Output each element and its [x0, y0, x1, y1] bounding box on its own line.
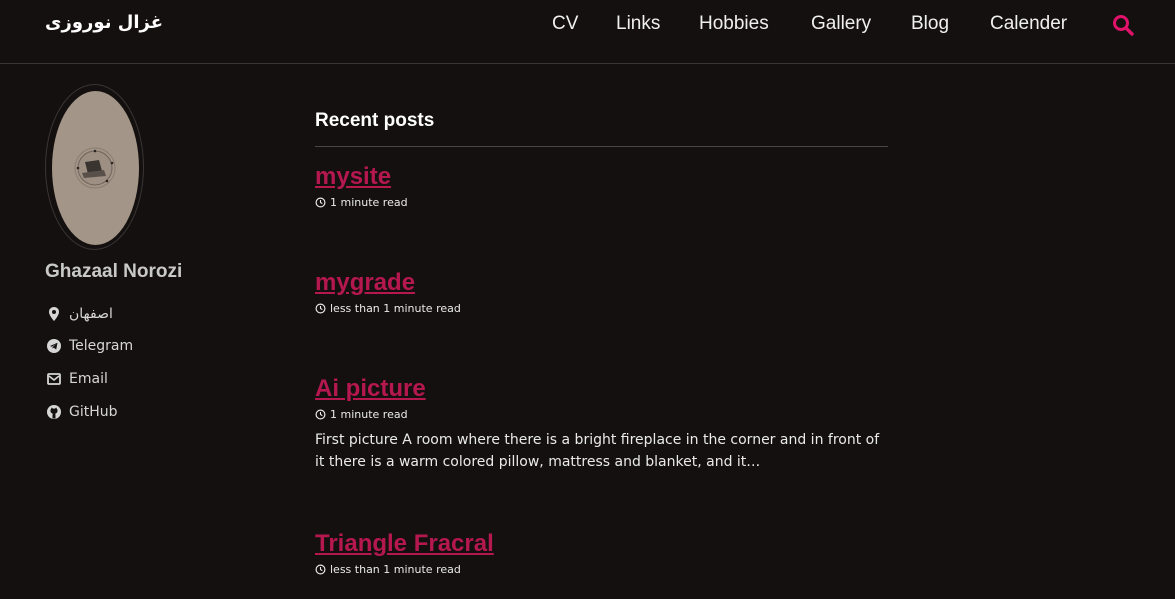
- nav-link-blog[interactable]: Blog: [911, 13, 949, 35]
- search-button[interactable]: [1112, 14, 1134, 36]
- email-label: Email: [69, 371, 108, 387]
- author-link-telegram[interactable]: Telegram: [46, 336, 133, 356]
- github-icon: [47, 405, 61, 419]
- post-title-link[interactable]: mysite: [315, 163, 888, 191]
- post-item: Ai picture 1 minute read First picture A…: [315, 375, 888, 473]
- author-link-email[interactable]: Email: [46, 369, 108, 389]
- author-location: اصفهان: [46, 304, 113, 324]
- search-icon: [1113, 15, 1134, 36]
- read-time: 1 minute read: [315, 408, 888, 421]
- post-title-link[interactable]: Triangle Fracral: [315, 530, 888, 558]
- author-location-label: اصفهان: [69, 306, 113, 322]
- post-title-link[interactable]: Ai picture: [315, 375, 888, 403]
- telegram-icon: [47, 339, 61, 353]
- read-time: 1 minute read: [315, 196, 888, 209]
- author-link-github[interactable]: GitHub: [46, 402, 118, 422]
- nav-link-cv[interactable]: CV: [552, 13, 578, 35]
- nav-link-links[interactable]: Links: [616, 13, 660, 35]
- nav-link-gallery[interactable]: Gallery: [811, 13, 871, 35]
- avatar-frame: [45, 84, 144, 250]
- post-item: Triangle Fracral less than 1 minute read: [315, 530, 888, 576]
- site-title[interactable]: غزال نوروزی: [45, 12, 163, 33]
- read-time-label: 1 minute read: [330, 408, 408, 421]
- read-time-label: less than 1 minute read: [330, 302, 461, 315]
- avatar: [52, 91, 139, 245]
- read-time: less than 1 minute read: [315, 563, 888, 576]
- post-excerpt: First picture A room where there is a br…: [315, 432, 880, 470]
- post-title-link[interactable]: mygrade: [315, 269, 888, 297]
- post-item: mysite 1 minute read: [315, 163, 888, 209]
- clock-icon: [315, 303, 326, 314]
- avatar-image: [74, 147, 116, 189]
- read-time-label: 1 minute read: [330, 196, 408, 209]
- clock-icon: [315, 197, 326, 208]
- map-marker-icon: [49, 307, 59, 321]
- nav-link-calender[interactable]: Calender: [990, 13, 1067, 35]
- section-title: Recent posts: [315, 110, 888, 147]
- clock-icon: [315, 409, 326, 420]
- nav-link-hobbies[interactable]: Hobbies: [699, 13, 769, 35]
- read-time-label: less than 1 minute read: [330, 563, 461, 576]
- post-item: mygrade less than 1 minute read: [315, 269, 888, 315]
- envelope-icon: [47, 373, 61, 385]
- masthead: غزال نوروزی CV Links Hobbies Gallery Blo…: [0, 0, 1175, 64]
- read-time: less than 1 minute read: [315, 302, 888, 315]
- telegram-label: Telegram: [69, 338, 134, 354]
- author-name: Ghazaal Norozi: [45, 261, 183, 282]
- github-label: GitHub: [69, 404, 118, 420]
- clock-icon: [315, 564, 326, 575]
